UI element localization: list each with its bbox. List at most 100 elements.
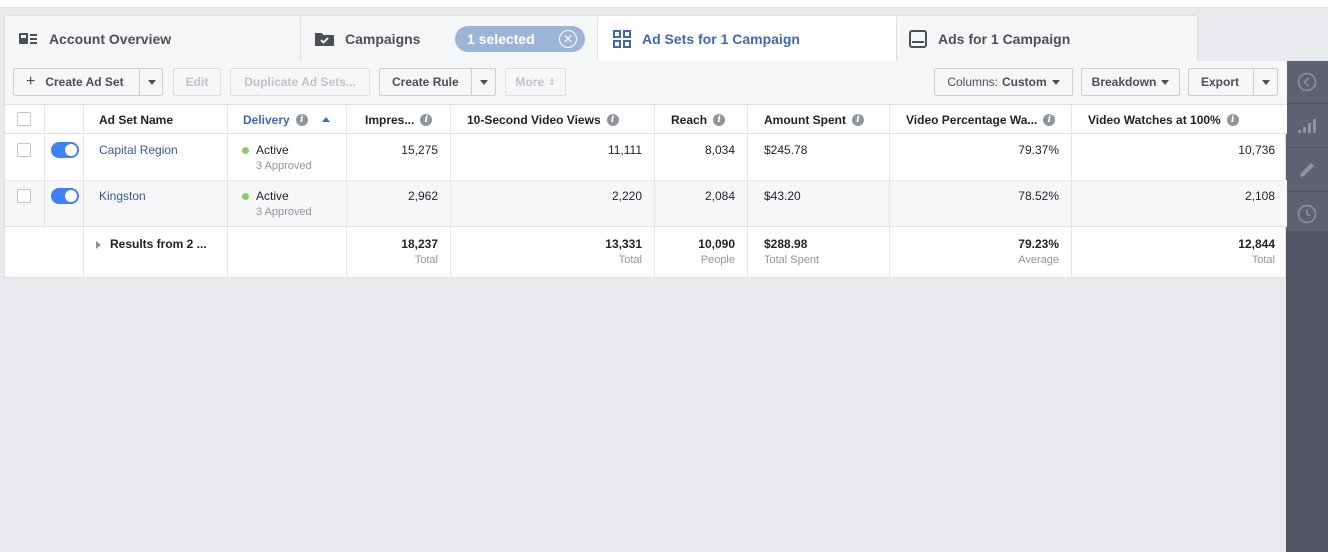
header-delivery[interactable]: Delivery i [228,105,347,134]
tab-account-overview[interactable]: Account Overview [4,15,304,61]
row-select-cell [5,135,45,181]
ad-set-name-link[interactable]: Capital Region [99,143,178,157]
delivery-sub-status: 3 Approved [256,160,312,172]
header-video-views-label: 10-Second Video Views [467,112,601,127]
info-icon[interactable]: i [852,113,864,126]
history-button[interactable] [1286,193,1328,236]
totals-video-watches-cell: 12,844 Total [1072,227,1287,278]
chevron-down-icon [480,79,488,85]
ad-sets-panel: + Create Ad Set Edit Duplicate Ad Sets..… [4,61,1287,278]
header-video-views[interactable]: 10-Second Video Views i [451,105,655,134]
totals-video-percentage-cell: 79.23% Average [890,227,1072,278]
export-dropdown[interactable] [1254,68,1278,96]
columns-prefix-label: Columns: [947,75,998,89]
delivery-cell: Active 3 Approved [228,135,347,181]
ad-preview-icon [908,29,928,48]
reach-cell: 2,084 [655,181,748,227]
columns-value-label: Custom [1002,75,1047,89]
create-rule-dropdown[interactable] [472,68,496,96]
edit-button[interactable]: Edit [173,68,221,96]
chevron-down-icon [1051,79,1060,85]
export-label: Export [1201,75,1240,89]
header-reach[interactable]: Reach i [655,105,748,134]
more-label: More [515,75,545,89]
delivery-cell: Active 3 Approved [228,181,347,227]
tab-ads[interactable]: Ads for 1 Campaign [893,15,1198,61]
totals-video-views-label: Total [618,254,642,266]
totals-delivery-cell [228,227,347,278]
header-video-watches-label: Video Watches at 100% [1088,112,1221,127]
select-all-cell [5,105,45,134]
selected-pill-label: 1 selected [467,31,535,47]
create-ad-set-label: Create Ad Set [45,75,124,89]
header-impressions-label: Impres... [365,112,415,127]
header-reach-label: Reach [671,112,708,127]
header-ad-set-name[interactable]: Ad Set Name [84,105,228,134]
row-checkbox[interactable] [17,143,31,157]
row-toggle-cell [45,181,84,227]
clock-icon [1297,204,1317,224]
top-divider [0,7,1328,8]
edit-panel-button[interactable] [1286,149,1328,192]
totals-video-views: 13,331 [605,237,642,251]
tab-ad-sets-label: Ad Sets for 1 Campaign [642,30,800,47]
more-button[interactable]: More ⇕ [505,68,566,96]
video-watches-cell: 10,736 [1238,143,1275,157]
header-impressions[interactable]: Impres... i [347,105,451,134]
video-percentage-cell: 79.37% [890,135,1072,181]
ad-set-toggle[interactable] [51,142,79,158]
edit-label: Edit [185,75,209,89]
totals-amount-spent-label: Total Spent [764,254,820,266]
ad-set-toggle[interactable] [51,188,79,204]
totals-label: Results from 2 ... [110,237,207,251]
row-checkbox[interactable] [17,189,31,203]
duplicate-ad-sets-button[interactable]: Duplicate Ad Sets... [230,68,370,96]
info-icon[interactable]: i [1226,113,1239,126]
header-video-watches[interactable]: Video Watches at 100% i [1072,105,1287,134]
info-icon[interactable]: i [295,113,308,126]
tab-ad-sets[interactable]: Ad Sets for 1 Campaign [597,15,897,61]
totals-video-percentage: 79.23% [1018,237,1059,251]
ad-set-name-cell: Kingston [84,181,228,227]
info-icon[interactable]: i [1043,113,1056,126]
impressions-cell: 2,962 [347,181,451,227]
totals-row: Results from 2 ... 18,237 Total 13,331 T… [5,226,1287,278]
totals-video-watches: 12,844 [1238,237,1275,251]
ad-set-name-cell: Capital Region [84,135,228,181]
totals-video-watches-label: Total [1251,254,1275,266]
header-amount-spent[interactable]: Amount Spent i [748,105,890,134]
info-icon[interactable]: i [606,113,619,126]
toggle-header [45,105,84,134]
totals-amount-spent: $288.98 [764,237,808,251]
select-all-checkbox[interactable] [17,112,31,126]
table-row[interactable]: Kingston Active 3 Approved 2,962 2,220 2… [5,181,1287,227]
header-video-percentage[interactable]: Video Percentage Wa... i [890,105,1072,134]
totals-reach: 10,090 [698,237,735,251]
impressions-cell: 15,275 [347,135,451,181]
delivery-status: Active [256,143,289,157]
reach-cell: 8,034 [655,135,748,181]
chevron-down-icon [147,79,156,85]
clear-selection-icon[interactable]: ✕ [559,30,577,48]
account-overview-icon [19,30,39,48]
totals-label-cell[interactable]: Results from 2 ... [84,227,228,278]
selected-filter-pill[interactable]: 1 selected ✕ [455,26,585,52]
toolbar: + Create Ad Set Edit Duplicate Ad Sets..… [5,61,1287,105]
breakdown-button[interactable]: Breakdown [1081,68,1180,96]
expand-arrow-icon[interactable] [96,240,101,249]
ad-set-name-link[interactable]: Kingston [99,189,146,203]
totals-impressions-label: Total [414,254,438,266]
grid-icon [612,29,632,48]
charts-button[interactable] [1286,105,1328,148]
collapse-panel-button[interactable] [1286,61,1328,104]
info-icon[interactable]: i [420,113,433,126]
row-toggle-cell [45,135,84,181]
info-icon[interactable]: i [713,113,726,126]
create-ad-set-dropdown[interactable] [140,68,163,96]
chevron-left-circle-icon [1297,72,1317,92]
create-rule-label: Create Rule [392,75,459,89]
columns-button[interactable]: Columns: Custom [934,68,1073,96]
delivery-sub-status: 3 Approved [256,206,312,218]
table-row[interactable]: Capital Region Active 3 Approved 15,275 … [5,135,1287,181]
active-status-dot [242,146,249,154]
